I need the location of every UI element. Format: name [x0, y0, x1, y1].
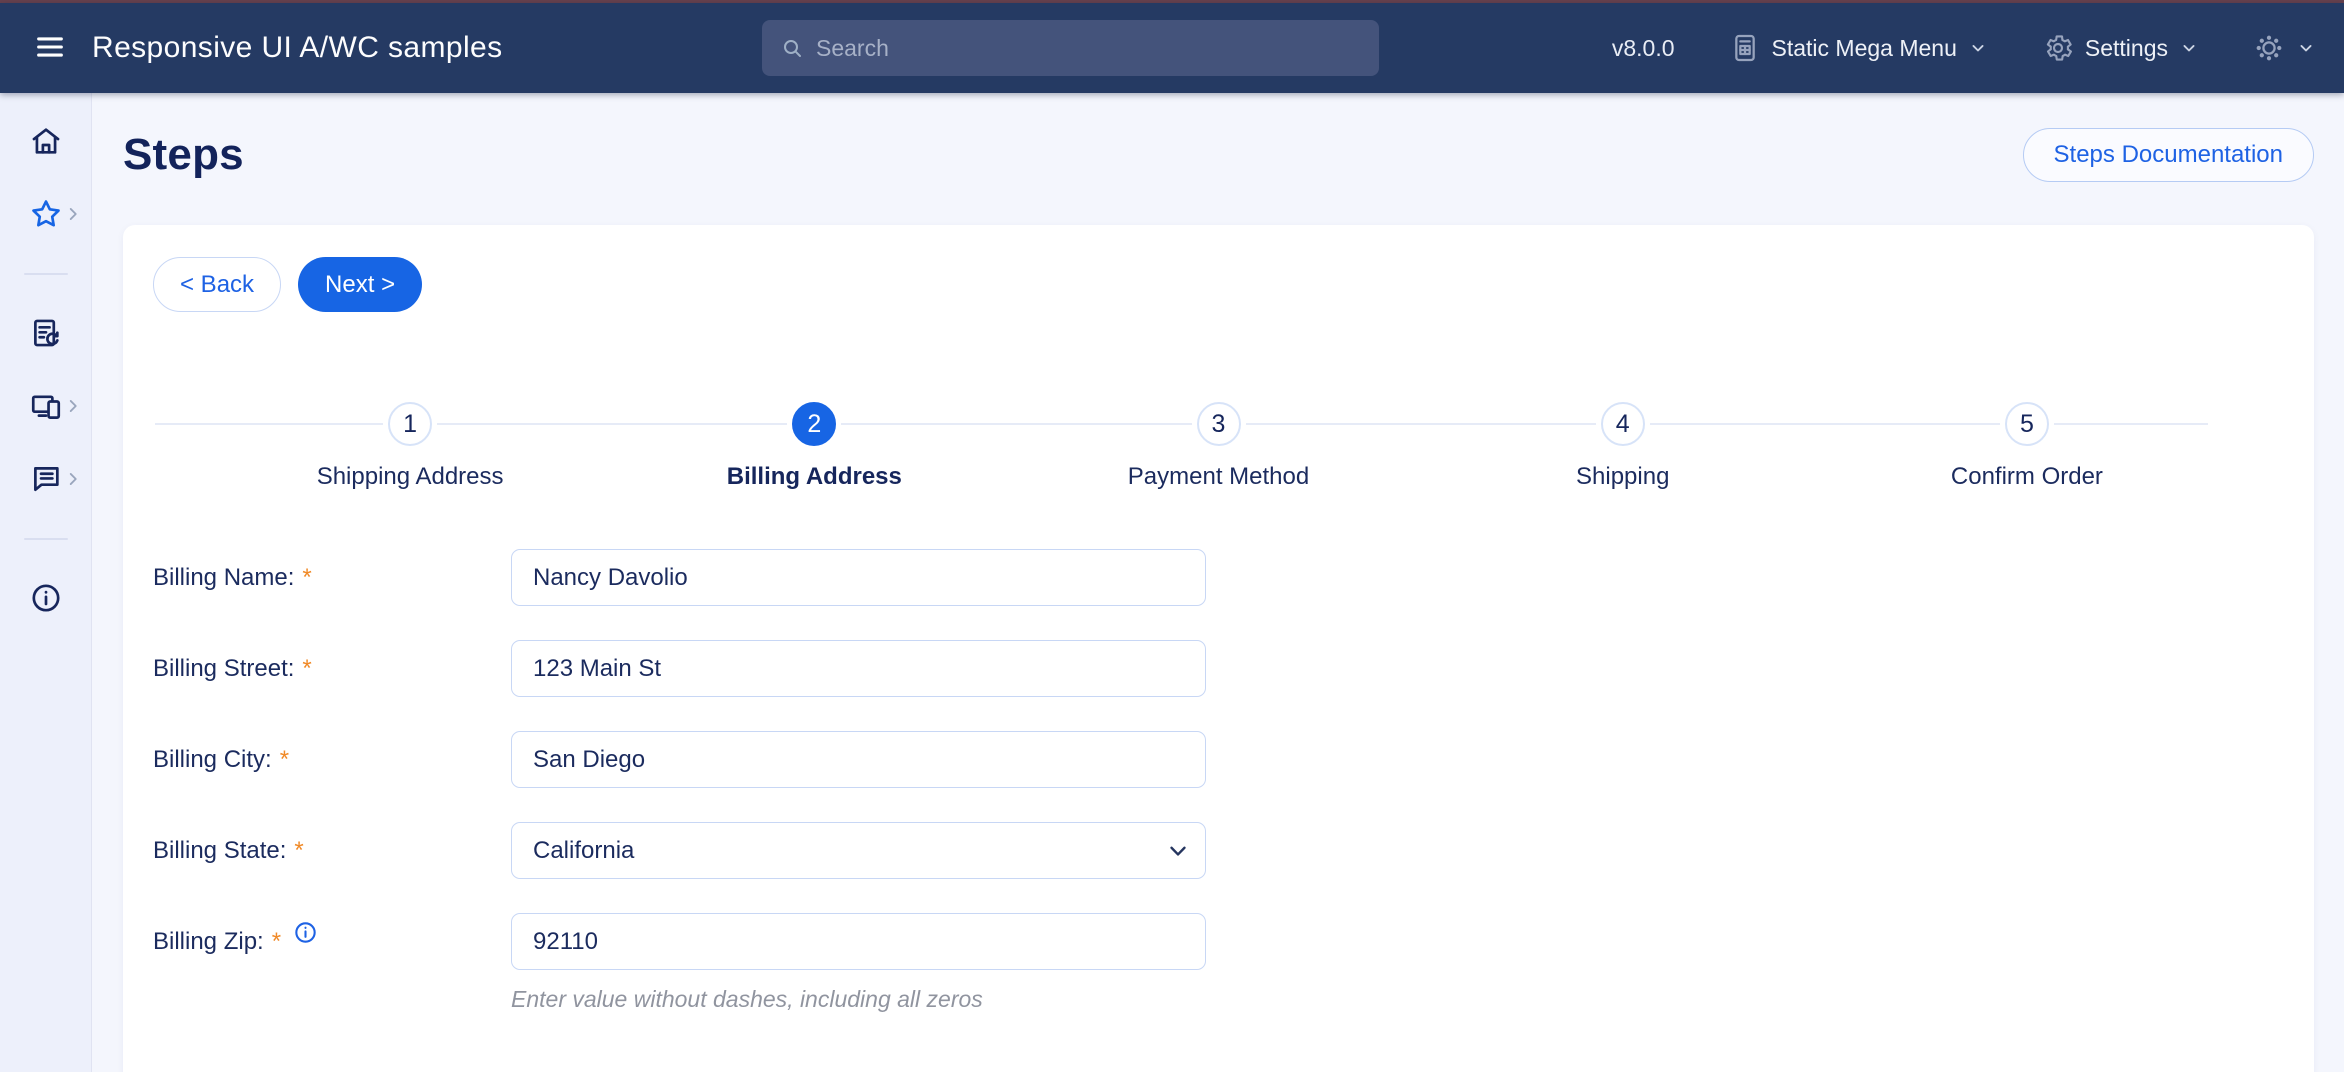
step-number-badge: 4 — [1601, 402, 1645, 446]
sidebar-item-favorites[interactable] — [0, 188, 91, 240]
step-label: Shipping — [1576, 463, 1669, 491]
billing-name-input[interactable] — [511, 549, 1206, 606]
page-title: Steps — [123, 130, 244, 180]
app-header: Responsive UI A/WC samples v8.0.0 Static… — [0, 3, 2344, 93]
document-refresh-icon — [29, 316, 63, 350]
billing-zip-label: Billing Zip: * — [153, 913, 511, 970]
version-label: v8.0.0 — [1612, 35, 1675, 62]
gear-icon — [2042, 32, 2074, 64]
sidebar — [0, 93, 92, 1072]
billing-state-label: Billing State: * — [153, 822, 511, 879]
field-label-text: Billing Street: — [153, 655, 294, 683]
steps-card: < Back Next > 1 Shipping Address 2 Billing … — [123, 225, 2314, 1072]
settings-label: Settings — [2085, 35, 2168, 62]
field-helper-text: Enter value without dashes, including al… — [511, 986, 1206, 1013]
required-asterisk: * — [272, 928, 281, 956]
step-number-badge: 5 — [2005, 402, 2049, 446]
theme-toggle-button[interactable] — [2253, 32, 2316, 64]
billing-city-field — [511, 731, 1206, 788]
info-icon — [29, 581, 63, 615]
chat-icon — [29, 462, 63, 496]
back-button[interactable]: < Back — [153, 257, 281, 312]
required-asterisk: * — [294, 837, 303, 865]
billing-name-field — [511, 549, 1206, 606]
step-number-badge: 2 — [792, 402, 836, 446]
billing-city-input[interactable] — [511, 731, 1206, 788]
chevron-down-icon — [2296, 38, 2316, 58]
sidebar-item-home[interactable] — [0, 115, 91, 167]
wizard-step-4[interactable]: 4 Shipping — [1421, 402, 1825, 491]
chevron-down-icon — [1968, 38, 1988, 58]
info-icon[interactable] — [293, 920, 318, 945]
hamburger-menu-button[interactable] — [28, 26, 72, 70]
billing-city-label: Billing City: * — [153, 731, 511, 788]
required-asterisk: * — [302, 655, 311, 683]
wizard-step-5[interactable]: 5 Confirm Order — [1825, 402, 2229, 491]
steps-documentation-button[interactable]: Steps Documentation — [2023, 128, 2314, 182]
form-row-billing-zip: Billing Zip: * Enter value without dashes,… — [153, 913, 2284, 1013]
sidebar-divider — [24, 273, 68, 275]
step-label: Billing Address — [727, 463, 902, 491]
sun-icon — [2253, 32, 2285, 64]
chevron-right-icon — [62, 395, 84, 417]
select-value: California — [533, 837, 634, 865]
search-input[interactable] — [816, 35, 1361, 62]
billing-name-label: Billing Name: * — [153, 549, 511, 606]
field-label-text: Billing City: — [153, 746, 272, 774]
sidebar-item-samples[interactable] — [0, 380, 91, 432]
chevron-right-icon — [62, 203, 84, 225]
sidebar-divider — [24, 538, 68, 540]
required-asterisk: * — [302, 564, 311, 592]
required-asterisk: * — [280, 746, 289, 774]
step-label: Payment Method — [1128, 463, 1309, 491]
mega-menu-button[interactable]: Static Mega Menu — [1729, 32, 1988, 64]
sidebar-item-feedback[interactable] — [0, 453, 91, 505]
mega-menu-label: Static Mega Menu — [1772, 35, 1957, 62]
search-icon — [780, 36, 804, 60]
billing-street-input[interactable] — [511, 640, 1206, 697]
main-content: Steps Steps Documentation < Back Next > … — [92, 93, 2344, 1072]
form-row-billing-city: Billing City: * — [153, 731, 2284, 788]
sidebar-item-about[interactable] — [0, 572, 91, 624]
devices-icon — [29, 389, 63, 423]
form-row-billing-state: Billing State: * California — [153, 822, 2284, 879]
step-number-badge: 3 — [1197, 402, 1241, 446]
global-search[interactable] — [762, 20, 1379, 76]
settings-button[interactable]: Settings — [2042, 32, 2199, 64]
chevron-right-icon — [62, 468, 84, 490]
hamburger-icon — [33, 30, 67, 67]
billing-street-field — [511, 640, 1206, 697]
step-number-badge: 1 — [388, 402, 432, 446]
wizard-step-3[interactable]: 3 Payment Method — [1016, 402, 1420, 491]
form-row-billing-name: Billing Name: * — [153, 549, 2284, 606]
app-title: Responsive UI A/WC samples — [92, 31, 503, 65]
chevron-down-icon — [1165, 838, 1191, 864]
wizard-step-1[interactable]: 1 Shipping Address — [208, 402, 612, 491]
field-label-text: Billing Name: — [153, 564, 294, 592]
field-label-text: Billing State: — [153, 837, 286, 865]
window-grid-icon — [1729, 32, 1761, 64]
wizard-step-2[interactable]: 2 Billing Address — [612, 402, 1016, 491]
home-icon — [29, 124, 63, 158]
form-row-billing-street: Billing Street: * — [153, 640, 2284, 697]
billing-street-label: Billing Street: * — [153, 640, 511, 697]
billing-state-select[interactable]: California — [511, 822, 1206, 879]
next-button[interactable]: Next > — [298, 257, 422, 312]
billing-zip-input[interactable] — [511, 913, 1206, 970]
step-indicator: 1 Shipping Address 2 Billing Address 3 Paymen… — [153, 402, 2284, 491]
billing-zip-field: Enter value without dashes, including al… — [511, 913, 1206, 1013]
sidebar-item-release-notes[interactable] — [0, 307, 91, 359]
field-label-text: Billing Zip: — [153, 928, 264, 956]
billing-form: Billing Name:*Billing Street:*Billing Ci… — [153, 549, 2284, 1013]
step-label: Confirm Order — [1951, 463, 2103, 491]
star-icon — [29, 197, 63, 231]
chevron-down-icon — [2179, 38, 2199, 58]
billing-state-field: California — [511, 822, 1206, 879]
step-label: Shipping Address — [317, 463, 504, 491]
